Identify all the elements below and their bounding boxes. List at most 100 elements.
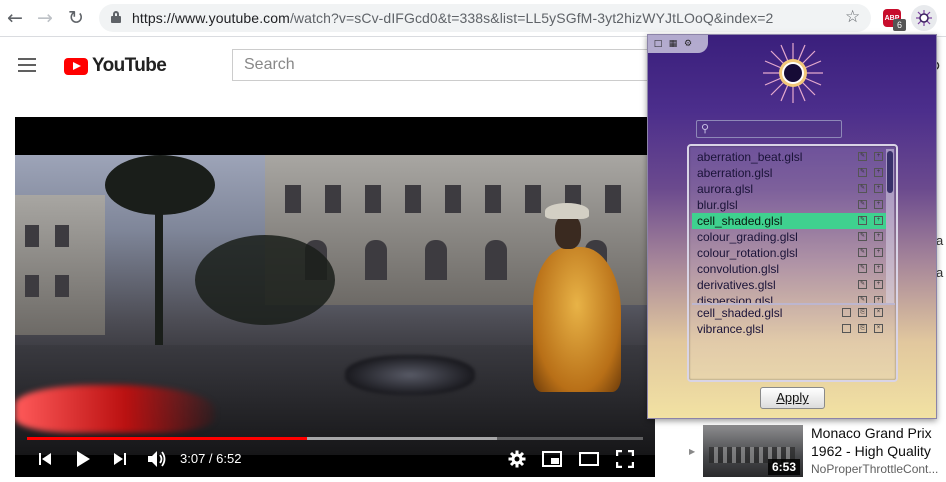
shader-name: colour_grading.glsl	[697, 230, 798, 244]
race-car-dark	[345, 355, 475, 395]
edit-icon[interactable]: ✎	[858, 200, 867, 209]
shader-name: cell_shaded.glsl	[697, 306, 783, 320]
suggestion-thumbnail[interactable]: 6:53	[703, 425, 803, 477]
theater-mode-icon[interactable]	[578, 449, 600, 469]
copy-icon[interactable]: ⎘	[858, 308, 867, 317]
shader-name: vibrance.glsl	[697, 322, 764, 336]
seek-bar-played	[27, 437, 307, 440]
shader-list-item[interactable]: aberration.glsl ✎ +	[692, 165, 886, 181]
shader-name: aberration.glsl	[697, 166, 773, 180]
reload-icon[interactable]: ↻	[65, 7, 87, 29]
page-icon[interactable]: □	[652, 38, 664, 50]
edit-icon[interactable]: ✎	[858, 264, 867, 273]
url-text[interactable]: https://www.youtube.com/watch?v=sCv-dIFG…	[132, 10, 773, 26]
youtube-logo[interactable]: YouTube	[64, 55, 167, 77]
shader-list-item[interactable]: aberration_beat.glsl ✎ +	[692, 149, 886, 165]
sun-logo-icon	[763, 43, 823, 103]
shader-list-item[interactable]: colour_grading.glsl ✎ +	[692, 229, 886, 245]
edit-icon[interactable]: ✎	[858, 216, 867, 225]
apply-button[interactable]: Apply	[760, 387, 825, 409]
add-icon[interactable]: +	[874, 184, 883, 193]
shader-list-item[interactable]: aurora.glsl ✎ +	[692, 181, 886, 197]
seek-bar[interactable]	[27, 437, 643, 440]
shader-list-item[interactable]: dispersion.glsl ✎ +	[692, 293, 886, 303]
bookmark-star-icon[interactable]: ☆	[845, 7, 860, 27]
back-arrow-icon[interactable]: ←	[4, 7, 26, 29]
next-icon[interactable]	[112, 449, 128, 469]
sidebar-partial-text: a	[936, 265, 944, 280]
edit-icon[interactable]: ✎	[858, 152, 867, 161]
youtube-play-logo-icon	[64, 57, 88, 75]
edit-icon[interactable]: ✎	[858, 168, 867, 177]
popup-tab-bar: □ ▦ ⚙	[648, 35, 708, 53]
url-path: /watch?v=sCv-dIFGcd0&t=338s&list=LL5ySGf…	[289, 10, 774, 26]
miniplayer-icon[interactable]	[541, 449, 563, 469]
volume-icon[interactable]	[146, 449, 168, 469]
shader-name: blur.glsl	[697, 198, 738, 212]
shader-list-item[interactable]: derivatives.glsl ✎ +	[692, 277, 886, 293]
tree-cluster	[195, 235, 335, 325]
remove-icon[interactable]: ×	[874, 308, 883, 317]
shader-name: dispersion.glsl	[697, 294, 774, 303]
menu-icon[interactable]	[18, 58, 36, 72]
checkbox-icon[interactable]	[842, 308, 851, 317]
edit-icon[interactable]: ✎	[858, 296, 867, 303]
duration-badge: 6:53	[767, 459, 800, 475]
edit-icon[interactable]: ✎	[858, 248, 867, 257]
sidebar-partial-text: a	[936, 233, 944, 248]
time-display: 3:07 / 6:52	[180, 451, 242, 466]
url-host: https://www.youtube.com	[132, 10, 290, 26]
add-icon[interactable]: +	[874, 296, 883, 303]
copy-icon[interactable]: ⎘	[858, 324, 867, 333]
settings-gear-icon[interactable]	[507, 449, 527, 469]
play-icon[interactable]	[73, 449, 93, 469]
browser-toolbar: ← → ↻ https://www.youtube.com/watch?v=sC…	[0, 0, 946, 37]
video-player[interactable]: 3:07 / 6:52	[15, 117, 655, 477]
video-frame	[15, 155, 655, 455]
remove-icon[interactable]: ×	[874, 324, 883, 333]
shader-search-input[interactable]: ⚲	[696, 120, 842, 138]
suggestion-title[interactable]: Monaco Grand Prix 1962 - High Quality	[811, 424, 941, 460]
adblock-count-badge: 6	[893, 19, 906, 31]
suggestion-channel[interactable]: NoProperThrottleCont...	[811, 462, 946, 476]
add-icon[interactable]: +	[874, 168, 883, 177]
shader-list-item[interactable]: colour_rotation.glsl ✎ +	[692, 245, 886, 261]
search-icon: ⚲	[701, 122, 710, 135]
active-shader-item[interactable]: cell_shaded.glsl ⎘ ×	[692, 305, 895, 321]
edit-icon[interactable]: ✎	[858, 184, 867, 193]
available-shader-list[interactable]: aberration_beat.glsl ✎ + aberration.glsl ✎ + a…	[692, 149, 886, 303]
gear-icon[interactable]: ⚙	[682, 38, 694, 50]
add-icon[interactable]: +	[874, 232, 883, 241]
forward-arrow-icon[interactable]: →	[34, 7, 56, 29]
shader-list-panel: aberration_beat.glsl ✎ + aberration.glsl ✎ + a…	[687, 144, 898, 382]
add-icon[interactable]: +	[874, 280, 883, 289]
address-bar[interactable]: https://www.youtube.com/watch?v=sCv-dIFG…	[99, 4, 871, 32]
player-controls: 3:07 / 6:52	[15, 443, 655, 477]
add-icon[interactable]: +	[874, 200, 883, 209]
shader-list-scrollbar[interactable]	[886, 149, 894, 303]
shader-extension-popup: □ ▦ ⚙ ⚲ aberration_beat.glsl ✎ + aberration…	[647, 34, 937, 419]
search-input[interactable]: Search	[232, 49, 652, 81]
lock-icon	[111, 11, 121, 23]
image-icon[interactable]: ▦	[667, 38, 679, 50]
active-shader-item[interactable]: vibrance.glsl ⎘ ×	[692, 321, 895, 337]
youtube-wordmark: YouTube	[92, 55, 167, 76]
edit-icon[interactable]: ✎	[858, 232, 867, 241]
active-shader-list[interactable]: cell_shaded.glsl ⎘ × vibrance.glsl ⎘ ×	[692, 305, 895, 380]
play-indicator-icon: ▶	[689, 447, 696, 456]
shader-list-item[interactable]: convolution.glsl ✎ +	[692, 261, 886, 277]
edit-icon[interactable]: ✎	[858, 280, 867, 289]
add-icon[interactable]: +	[874, 264, 883, 273]
race-car-red	[15, 385, 215, 433]
shader-name: aurora.glsl	[697, 182, 754, 196]
add-icon[interactable]: +	[874, 248, 883, 257]
shader-list-item[interactable]: blur.glsl ✎ +	[692, 197, 886, 213]
add-icon[interactable]: +	[874, 216, 883, 225]
fullscreen-icon[interactable]	[615, 449, 635, 469]
checkbox-icon[interactable]	[842, 324, 851, 333]
previous-icon[interactable]	[37, 449, 53, 469]
shader-extension-icon[interactable]	[911, 5, 937, 31]
shader-list-item[interactable]: cell_shaded.glsl ✎ +	[692, 213, 886, 229]
add-icon[interactable]: +	[874, 152, 883, 161]
spectator-figure	[533, 247, 621, 392]
